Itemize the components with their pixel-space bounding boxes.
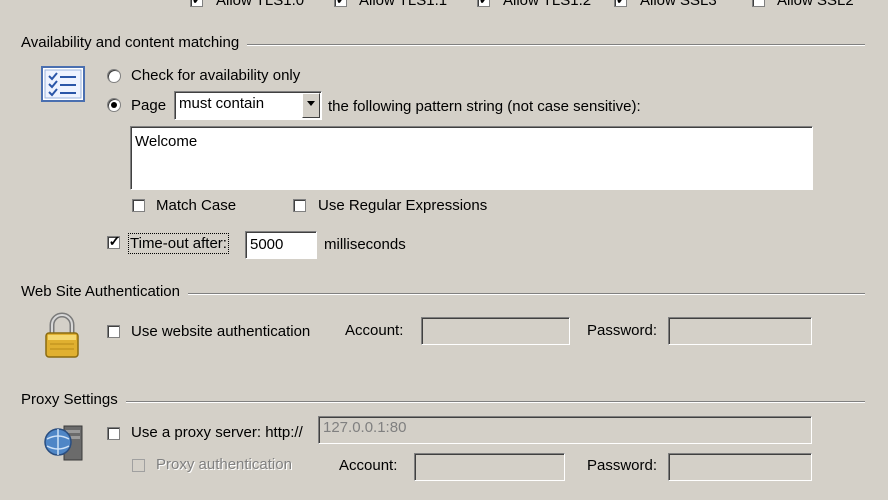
proxy-server-input[interactable]: 127.0.0.1:80 [318,416,812,444]
auth-password-label: Password: [587,322,658,339]
proxy-divider [21,401,865,403]
use-proxy-checkbox[interactable] [107,427,120,440]
page-match-select-value: must contain [179,95,265,112]
proxy-password-label: Password: [587,457,658,474]
timeout-checkbox[interactable]: ✓ [107,234,120,249]
regex-checkbox[interactable] [293,199,306,212]
allow-tls10-label: Allow TLS1.0 [216,0,305,9]
allow-tls10-checkbox[interactable]: ✓ [190,0,203,7]
chevron-down-icon[interactable] [302,93,320,118]
proxy-server-icon [42,422,84,462]
allow-tls11-checkbox[interactable]: ✓ [334,0,347,7]
pattern-textarea[interactable]: Welcome [130,126,813,190]
regex-label: Use Regular Expressions [318,197,488,214]
proxy-auth-checkbox[interactable] [132,459,145,472]
timeout-unit-label: milliseconds [324,236,406,253]
check-availability-radio[interactable] [107,69,121,83]
allow-ssl2-checkbox[interactable] [752,0,765,7]
timeout-value: 5000 [250,236,284,253]
check-availability-label: Check for availability only [131,67,301,84]
website-auth-label: Use website authentication [131,323,311,340]
allow-tls11-label: Allow TLS1.1 [359,0,448,9]
timeout-input[interactable]: 5000 [245,231,317,259]
availability-group-title: Availability and content matching [21,34,248,51]
checklist-icon [41,66,85,102]
page-radio[interactable] [107,98,121,112]
allow-tls12-label: Allow TLS1.2 [503,0,592,9]
proxy-auth-label: Proxy authentication [156,456,292,473]
use-proxy-label: Use a proxy server: http:// [131,424,303,441]
allow-ssl3-label: Allow SSL3 [640,0,717,9]
timeout-label: Time-out after: [128,233,229,254]
proxy-server-value: 127.0.0.1:80 [323,419,407,436]
auth-group-title: Web Site Authentication [21,283,188,300]
auth-account-label: Account: [345,322,404,339]
page-radio-label: Page [131,97,167,114]
auth-password-input[interactable] [668,317,812,345]
padlock-icon [44,311,80,359]
proxy-group-title: Proxy Settings [21,391,126,408]
proxy-account-label: Account: [339,457,398,474]
allow-ssl3-checkbox[interactable]: ✓ [614,0,627,7]
allow-ssl2-label: Allow SSL2 [777,0,854,9]
pattern-text: Welcome [135,133,198,150]
proxy-account-input[interactable] [414,453,565,481]
match-case-checkbox[interactable] [132,199,145,212]
tls-row: ✓ Allow TLS1.0 ✓ Allow TLS1.1 ✓ Allow TL… [0,0,888,12]
page-match-select[interactable]: must contain [174,91,322,120]
proxy-password-input[interactable] [668,453,812,481]
website-auth-checkbox[interactable] [107,325,120,338]
auth-account-input[interactable] [421,317,570,345]
pattern-description: the following pattern string (not case s… [328,98,641,115]
allow-tls12-checkbox[interactable]: ✓ [477,0,490,7]
match-case-label: Match Case [156,197,237,214]
